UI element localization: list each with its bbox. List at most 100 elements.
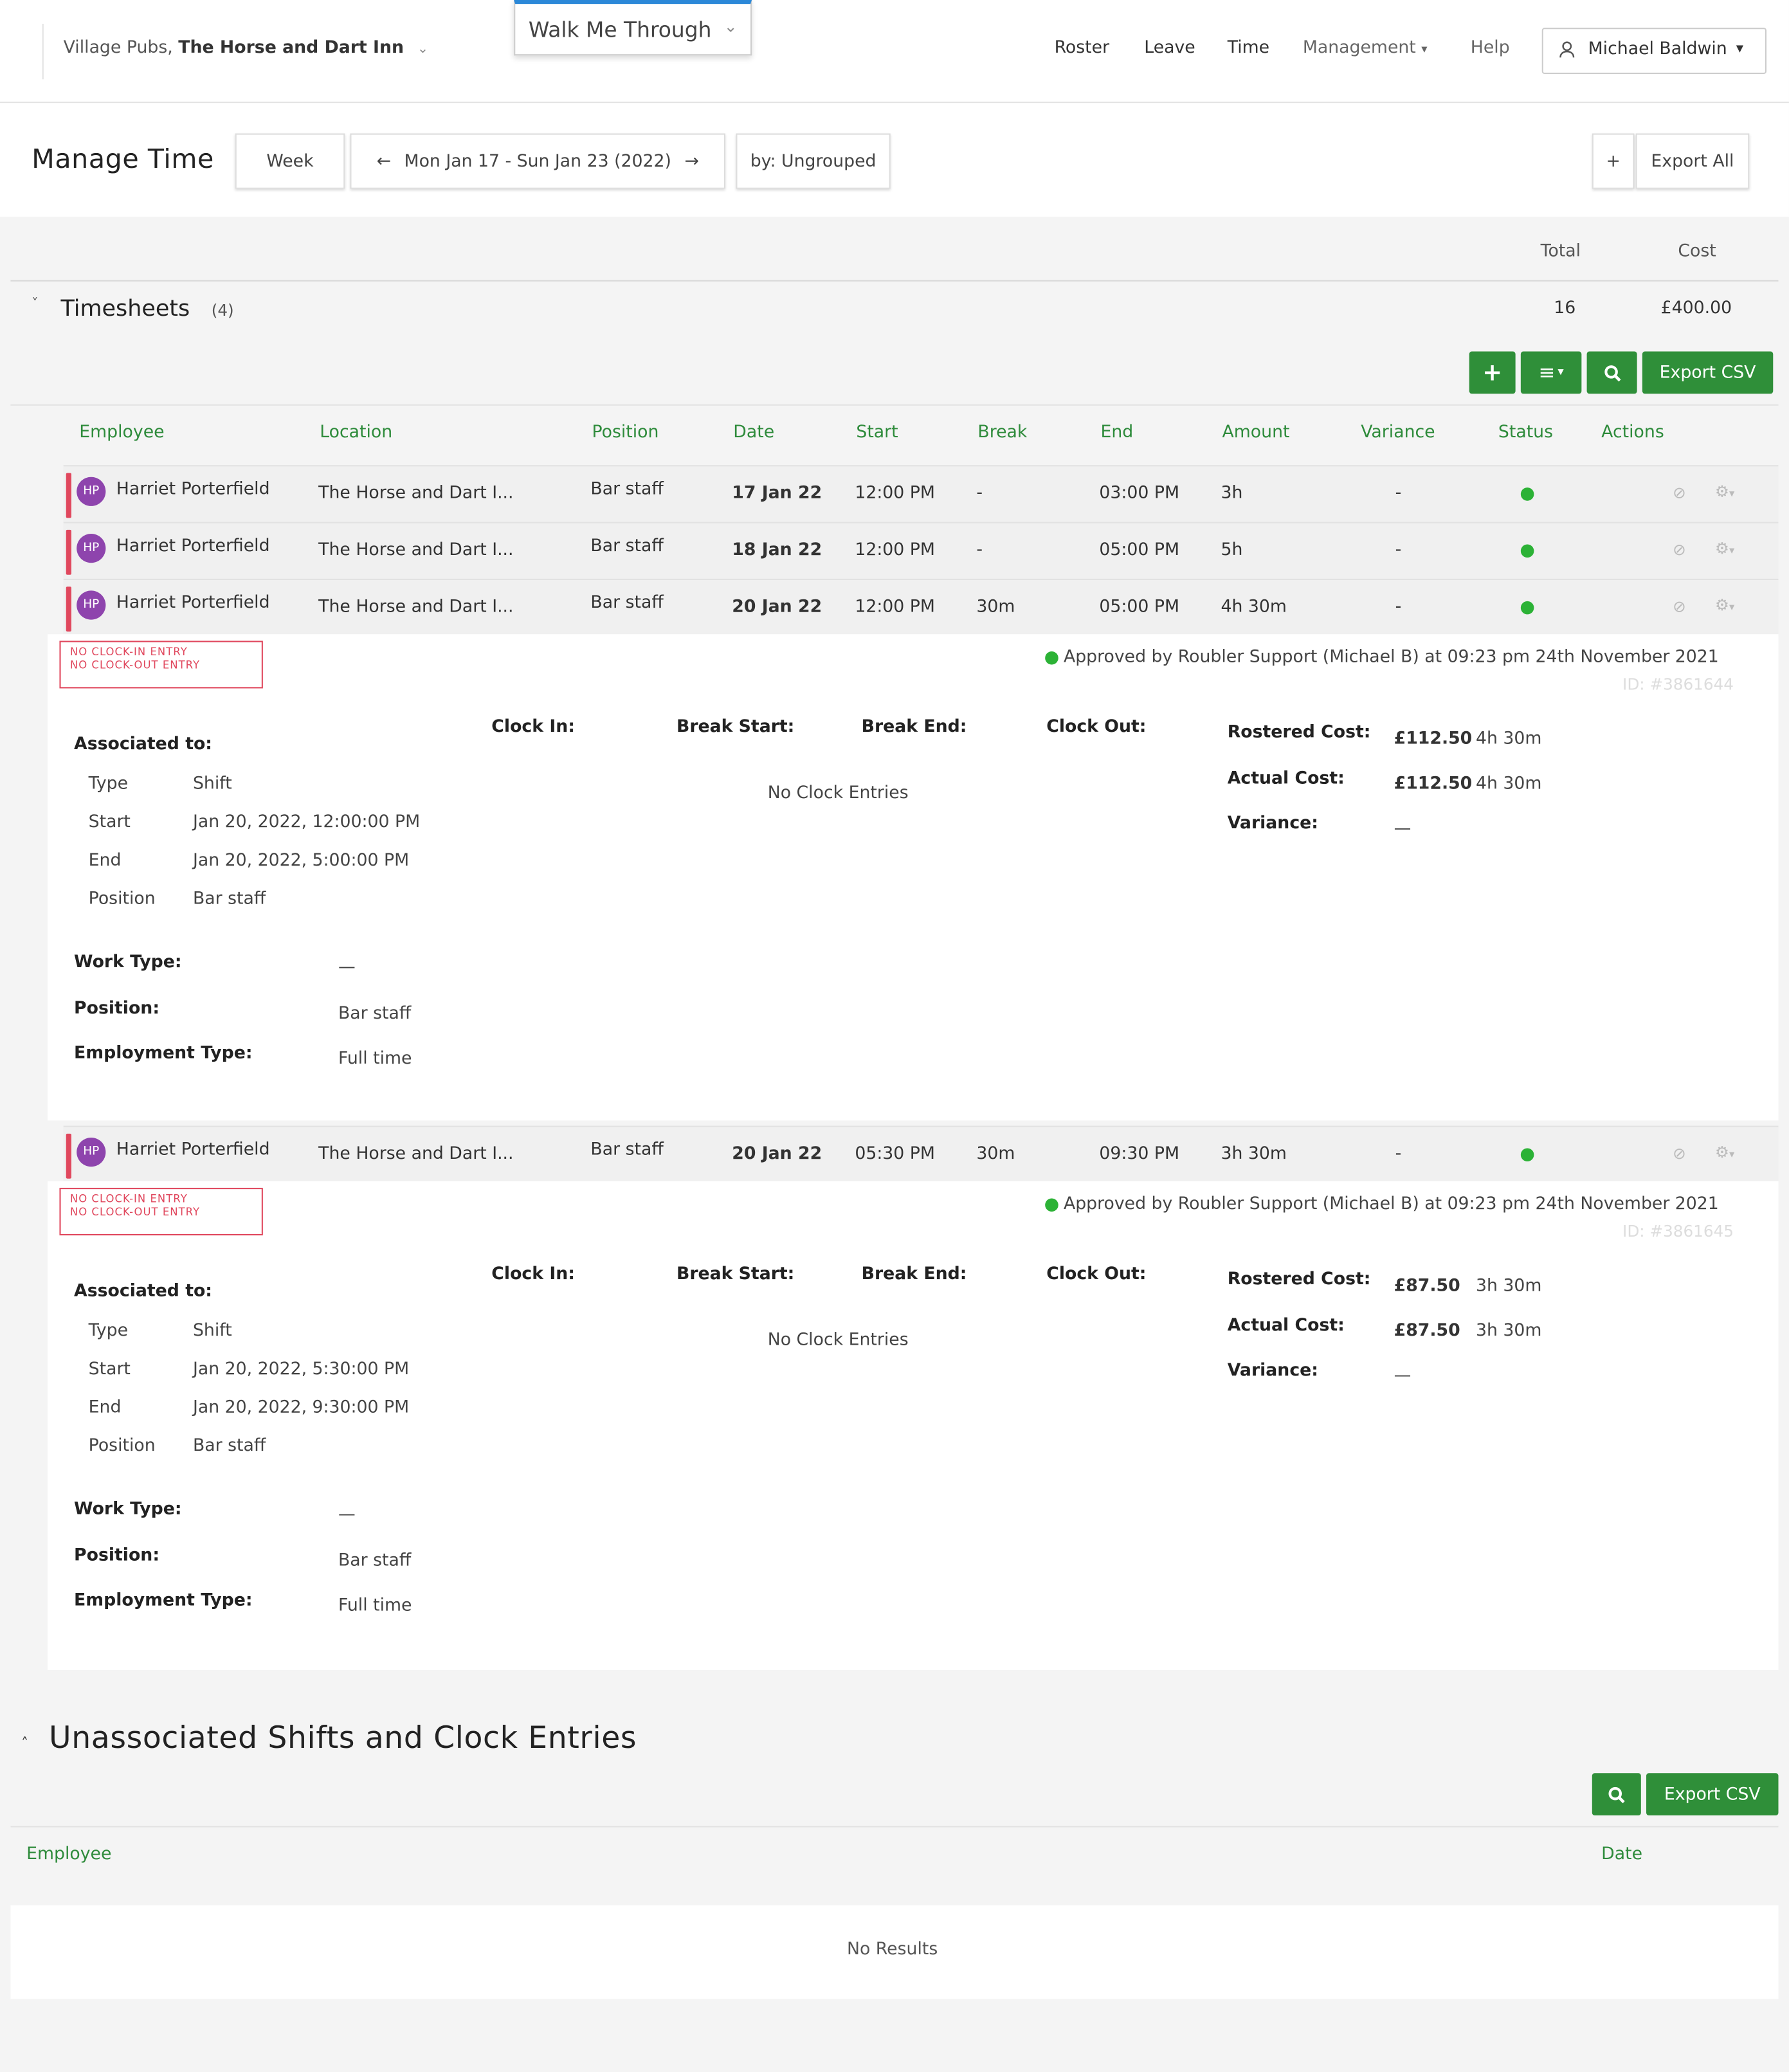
export-csv-button[interactable]: Export CSV (1642, 351, 1774, 394)
associated-label: Associated to: (74, 734, 212, 755)
gear-icon[interactable]: ⚙▾ (1715, 1143, 1734, 1161)
timesheets-title: Timesheets (60, 296, 190, 323)
cell-location: The Horse and Dart I... (318, 483, 514, 504)
cell-employee[interactable]: Harriet Porterfield (116, 466, 270, 522)
unassociated-search-button[interactable] (1592, 1773, 1641, 1816)
timesheet-id: ID: #3861645 (1622, 1222, 1734, 1241)
nav-help[interactable]: Help (1471, 39, 1510, 59)
caret-up-icon[interactable]: ˄ (21, 1735, 28, 1752)
cell-date: 17 Jan 22 (732, 483, 822, 504)
check-circle-icon[interactable]: ⊘ (1673, 1144, 1686, 1163)
plus-icon: + (1482, 358, 1503, 386)
clock-in-label: Clock In: (491, 1264, 575, 1285)
employment-type-value: Full time (338, 1049, 412, 1069)
col-date[interactable]: Date (733, 423, 774, 442)
cell-end: 03:00 PM (1099, 483, 1180, 504)
avatar: HP (77, 1138, 106, 1167)
top-header: Village Pubs, The Horse and Dart Inn ⌄ W… (0, 0, 1789, 104)
week-button[interactable]: Week (235, 133, 345, 189)
arrow-left-icon[interactable]: ← (377, 151, 391, 171)
plus-button[interactable]: + (1592, 133, 1635, 189)
col-start[interactable]: Start (856, 423, 898, 442)
col-status[interactable]: Status (1498, 423, 1553, 442)
cell-break: 30m (976, 1144, 1015, 1165)
arrow-right-icon[interactable]: → (684, 151, 698, 171)
gear-icon[interactable]: ⚙▾ (1715, 596, 1734, 615)
break-start-label: Break Start: (676, 1264, 795, 1285)
actual-cost-label: Actual Cost: (1227, 1316, 1345, 1336)
caret-down-icon: ▾ (1557, 366, 1564, 379)
nav-management[interactable]: Management ▾ (1303, 39, 1428, 59)
chevron-down-icon: ⌄ (723, 17, 738, 36)
date-range-picker[interactable]: ← Mon Jan 17 - Sun Jan 23 (2022) → (350, 133, 725, 189)
check-circle-icon[interactable]: ⊘ (1673, 484, 1686, 502)
unassociated-col-employee[interactable]: Employee (26, 1844, 111, 1864)
caret-down-icon: ▾ (1736, 39, 1744, 57)
search-button[interactable] (1586, 351, 1637, 394)
col-amount[interactable]: Amount (1222, 423, 1290, 442)
caret-down-icon: ▾ (1421, 43, 1428, 57)
col-break[interactable]: Break (977, 423, 1027, 442)
missing-clock-warning: NO CLOCK-IN ENTRY NO CLOCK-OUT ENTRY (59, 641, 263, 689)
cell-date: 20 Jan 22 (732, 1144, 822, 1165)
position-value: Bar staff (338, 1551, 412, 1571)
table-row[interactable]: HP Harriet Porterfield The Horse and Dart … (63, 522, 1779, 579)
status-cell (1520, 1127, 1534, 1183)
cell-employee[interactable]: Harriet Porterfield (116, 523, 270, 579)
nav-roster[interactable]: Roster (1055, 39, 1110, 59)
unassociated-title: Unassociated Shifts and Clock Entries (49, 1722, 637, 1756)
associated-label: Associated to: (74, 1281, 212, 1302)
cell-date: 20 Jan 22 (732, 597, 822, 617)
status-approved-icon (1520, 487, 1534, 500)
avatar: HP (77, 590, 106, 620)
bulk-actions-button[interactable]: ≡ ▾ (1520, 351, 1582, 394)
gear-icon[interactable]: ⚙▾ (1715, 539, 1734, 558)
check-circle-icon[interactable]: ⊘ (1673, 597, 1686, 616)
org-name: The Horse and Dart Inn (178, 38, 404, 59)
cell-employee[interactable]: Harriet Porterfield (116, 1127, 270, 1183)
unassociated-col-date[interactable]: Date (1601, 1844, 1642, 1864)
start-label: Start (88, 1359, 131, 1380)
table-row[interactable]: HP Harriet Porterfield The Horse and Dart … (63, 578, 1779, 636)
collapse-icon[interactable]: ˅ (32, 297, 38, 312)
work-type-value: — (338, 1505, 356, 1525)
add-button[interactable]: + (1469, 351, 1516, 394)
col-employee[interactable]: Employee (79, 423, 164, 442)
col-position[interactable]: Position (592, 423, 658, 442)
variance-value: — (1394, 1366, 1412, 1386)
no-results-label: No Results (846, 1940, 938, 1959)
org-selector[interactable]: Village Pubs, The Horse and Dart Inn ⌄ (64, 39, 428, 59)
user-menu[interactable]: Michael Baldwin ▾ (1541, 28, 1767, 75)
cell-employee[interactable]: Harriet Porterfield (116, 580, 270, 635)
nav-time[interactable]: Time (1228, 39, 1269, 59)
break-end-label: Break End: (861, 1264, 967, 1285)
toolbar: Manage Time Week ← Mon Jan 17 - Sun Jan … (0, 103, 1789, 217)
nav-leave[interactable]: Leave (1144, 39, 1195, 59)
gear-icon[interactable]: ⚙▾ (1715, 482, 1734, 501)
table-row[interactable]: HP Harriet Porterfield The Horse and Dart … (63, 1125, 1779, 1183)
total-value: 16 (1554, 298, 1576, 319)
status-cell (1520, 466, 1534, 522)
cell-position: Bar staff (590, 479, 664, 500)
col-location[interactable]: Location (320, 423, 392, 442)
approval-status: Approved by Roubler Support (Michael B) … (1045, 648, 1719, 668)
cell-end: 09:30 PM (1099, 1144, 1180, 1165)
no-clock-entries: No Clock Entries (767, 783, 909, 804)
actual-hours: 3h 30m (1475, 1321, 1542, 1341)
table-row[interactable]: HP Harriet Porterfield The Horse and Dart … (63, 465, 1779, 522)
walk-me-through-dropdown[interactable]: Walk Me Through ⌄ (514, 0, 752, 56)
avatar: HP (77, 477, 106, 506)
rostered-cost-label: Rostered Cost: (1227, 722, 1371, 743)
cell-end: 05:00 PM (1099, 597, 1180, 617)
col-end[interactable]: End (1100, 423, 1133, 442)
group-by-button[interactable]: by: Ungrouped (736, 133, 891, 189)
export-all-button[interactable]: Export All (1635, 133, 1750, 189)
break-start-label: Break Start: (676, 717, 795, 738)
chevron-down-icon: ⌄ (417, 42, 429, 57)
col-variance[interactable]: Variance (1361, 423, 1435, 442)
list-icon: ≡ (1538, 360, 1556, 385)
warning-marker (66, 586, 71, 632)
divider (10, 280, 1779, 282)
check-circle-icon[interactable]: ⊘ (1673, 540, 1686, 559)
unassociated-export-csv-button[interactable]: Export CSV (1646, 1773, 1779, 1816)
